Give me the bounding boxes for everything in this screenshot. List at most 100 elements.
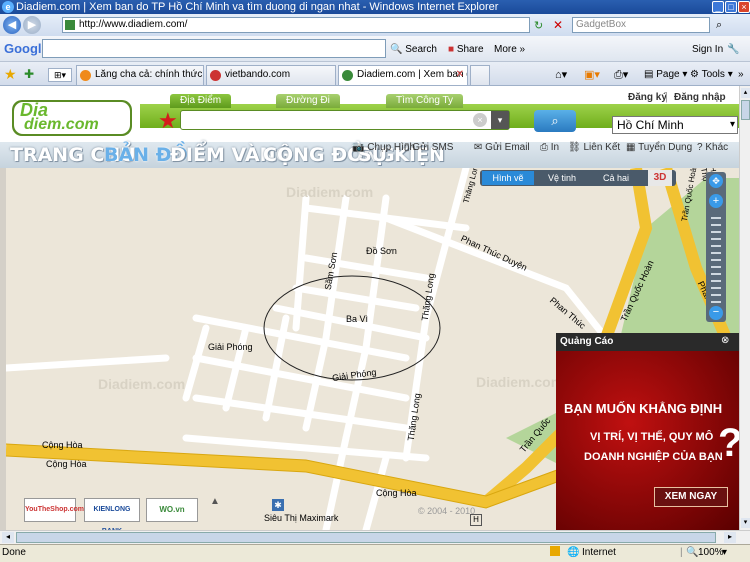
register-link[interactable]: Đăng ký bbox=[628, 92, 667, 103]
tab-dia-diem[interactable]: Địa Điểm bbox=[170, 94, 232, 108]
tab-langchaca[interactable]: Lăng cha cả: chính thức cấm ... bbox=[76, 65, 204, 85]
wrench-icon[interactable]: 🔧 bbox=[727, 44, 739, 55]
close-window-button[interactable]: × bbox=[738, 1, 750, 13]
zoom-level[interactable]: 100% bbox=[698, 545, 724, 561]
ad-panel[interactable]: Quảng Cáo ⊗ BẠN MUỐN KHẲNG ĐỊNH VỊ TRÍ, … bbox=[556, 333, 742, 530]
favorites-star-icon[interactable]: ★ bbox=[4, 66, 17, 83]
tab-label: Lăng cha cả: chính thức cấm ... bbox=[95, 69, 203, 80]
site-logo[interactable]: Dia diem.com bbox=[10, 94, 136, 138]
status-bar: Done 🌐 Internet | 🔍 100% ▾ bbox=[0, 544, 750, 562]
scroll-up-icon[interactable]: ▴ bbox=[741, 88, 750, 98]
camera-icon: 📷 bbox=[352, 142, 365, 153]
search-input[interactable]: GadgetBox bbox=[572, 17, 710, 33]
stop-icon[interactable]: ✕ bbox=[553, 18, 563, 32]
quick-tabs-button[interactable]: ⊞▾ bbox=[48, 68, 72, 82]
mode-hinh-ve[interactable]: Hình vẽ bbox=[482, 171, 534, 185]
tab-vietbando[interactable]: vietbando.com bbox=[206, 65, 336, 85]
tool-in[interactable]: ⎙ In bbox=[540, 142, 559, 153]
chevron-down-icon[interactable]: ▾ bbox=[722, 545, 727, 561]
zoom-icon: 🔍 bbox=[686, 547, 699, 558]
star-icon: ★ bbox=[158, 108, 178, 133]
logo-text-bottom: diem.com bbox=[24, 116, 99, 133]
zoom-control: ✥ + − bbox=[706, 172, 726, 322]
more-chevron-icon[interactable]: » bbox=[738, 69, 744, 80]
ad-banner[interactable]: BẠN MUỐN KHẲNG ĐỊNH VỊ TRÍ, VỊ THẾ, QUY … bbox=[556, 351, 742, 530]
minimize-button[interactable]: _ bbox=[712, 1, 724, 13]
google-search-input[interactable] bbox=[42, 39, 386, 58]
google-search-button[interactable]: 🔍 Search bbox=[390, 44, 437, 55]
horizontal-scrollbar[interactable]: ◂ ▸ bbox=[0, 530, 750, 544]
tool-khac[interactable]: ? Khác bbox=[697, 142, 728, 153]
print-icon[interactable]: ⎙▾ bbox=[614, 68, 628, 82]
tab-favicon bbox=[80, 70, 91, 81]
tool-lien-ket[interactable]: ⛓ Liên Kết bbox=[568, 142, 620, 153]
popup-blocker-icon[interactable] bbox=[550, 546, 560, 556]
street-label: Giải Phóng bbox=[208, 342, 253, 352]
window-titlebar: e Diadiem.com | Xem ban do TP Hồ Chí Min… bbox=[0, 0, 750, 14]
zoom-out-button[interactable]: − bbox=[709, 306, 723, 320]
mode-ca-hai[interactable]: Cả hai bbox=[590, 171, 642, 185]
home-icon[interactable]: ⌂▾ bbox=[555, 68, 567, 81]
hscroll-thumb[interactable] bbox=[16, 532, 716, 543]
globe-icon: 🌐 bbox=[567, 547, 580, 558]
page-icon bbox=[65, 20, 75, 30]
ad-cta-button[interactable]: XEM NGAY bbox=[654, 487, 728, 507]
scroll-thumb[interactable] bbox=[741, 100, 750, 120]
scroll-right-icon[interactable]: ▸ bbox=[724, 532, 736, 543]
zoom-in-button[interactable]: + bbox=[709, 194, 723, 208]
tool-gui-email[interactable]: ✉ Gửi Email bbox=[474, 142, 530, 153]
compass-icon: ▲ bbox=[210, 496, 220, 507]
zone-label: Internet bbox=[582, 547, 616, 558]
url-field[interactable]: http://www.diadiem.com/ bbox=[62, 17, 530, 33]
scroll-left-icon[interactable]: ◂ bbox=[2, 532, 14, 543]
chevron-down-icon: ▾ bbox=[729, 119, 735, 130]
scroll-down-icon[interactable]: ▾ bbox=[741, 518, 750, 528]
forward-button[interactable]: ▶ bbox=[23, 16, 41, 34]
tool-tuyen-dung[interactable]: ▦ Tuyển Dụng bbox=[626, 142, 692, 153]
tab-tim-cong-ty[interactable]: Tìm Công Ty bbox=[386, 94, 464, 108]
pan-icon[interactable]: ✥ bbox=[709, 174, 723, 188]
sponsor-logo[interactable]: YouTheShop.com bbox=[24, 498, 84, 522]
separator: | bbox=[665, 91, 668, 103]
signin-button[interactable]: Sign In bbox=[692, 44, 723, 55]
close-icon[interactable]: ⊗ bbox=[721, 335, 729, 346]
search-icon[interactable]: ⌕ bbox=[716, 19, 722, 32]
sponsor-logo[interactable]: KIENLONG BANK bbox=[84, 498, 140, 530]
main-search-input[interactable]: × ▾ bbox=[180, 110, 510, 130]
hospital-icon: H bbox=[470, 514, 482, 526]
tools-menu[interactable]: ⚙ Tools ▾ bbox=[690, 69, 733, 80]
more-button[interactable]: More » bbox=[494, 44, 525, 55]
page-menu[interactable]: ▤ Page ▾ bbox=[644, 69, 687, 80]
back-button[interactable]: ◀ bbox=[3, 16, 21, 34]
maximize-button[interactable]: □ bbox=[725, 1, 737, 13]
street-label: Cộng Hòa bbox=[376, 488, 417, 498]
new-tab-button[interactable] bbox=[470, 65, 490, 85]
tabs-bar: ★ ✚ ⊞▾ Lăng cha cả: chính thức cấm ... v… bbox=[0, 62, 750, 86]
vertical-scrollbar[interactable]: ▴ ▾ bbox=[739, 86, 750, 530]
clear-icon[interactable]: × bbox=[473, 113, 487, 127]
zoom-slider[interactable] bbox=[711, 212, 721, 306]
tab-duong-di[interactable]: Đường Đi bbox=[276, 94, 340, 108]
search-button[interactable]: ⌕ bbox=[534, 110, 576, 132]
dropdown-icon[interactable]: ▾ bbox=[491, 111, 509, 129]
sponsor-logo[interactable]: WO.vn bbox=[146, 498, 198, 522]
tab-diadiem[interactable]: Diadiem.com | Xem ban d... ✕ bbox=[338, 65, 468, 85]
ad-header: Quảng Cáo bbox=[556, 333, 739, 351]
tab-label: vietbando.com bbox=[225, 69, 291, 80]
tool-gui-sms[interactable]: ▯ Gửi SMS bbox=[404, 142, 453, 153]
tab-close-icon[interactable]: ✕ bbox=[456, 66, 464, 84]
street-label: Cộng Hòa bbox=[42, 440, 83, 450]
selection-ellipse bbox=[263, 275, 441, 381]
supermarket-icon[interactable]: ✱ bbox=[272, 499, 284, 511]
separator: | bbox=[680, 547, 683, 558]
refresh-icon[interactable]: ↻ bbox=[534, 19, 543, 32]
city-select[interactable]: Hồ Chí Minh ▾ bbox=[612, 116, 738, 134]
mode-ve-tinh[interactable]: Vệ tinh bbox=[536, 171, 588, 185]
login-link[interactable]: Đăng nhập bbox=[674, 92, 726, 103]
3d-button[interactable]: 3D bbox=[648, 170, 672, 186]
map-watermark: Diadiem.com bbox=[98, 376, 186, 392]
add-favorites-icon[interactable]: ✚ bbox=[24, 67, 34, 81]
share-button[interactable]: ■ Share bbox=[448, 44, 484, 55]
feeds-icon[interactable]: ▣▾ bbox=[584, 68, 600, 81]
ad-line-1: BẠN MUỐN KHẲNG ĐỊNH bbox=[564, 401, 723, 416]
